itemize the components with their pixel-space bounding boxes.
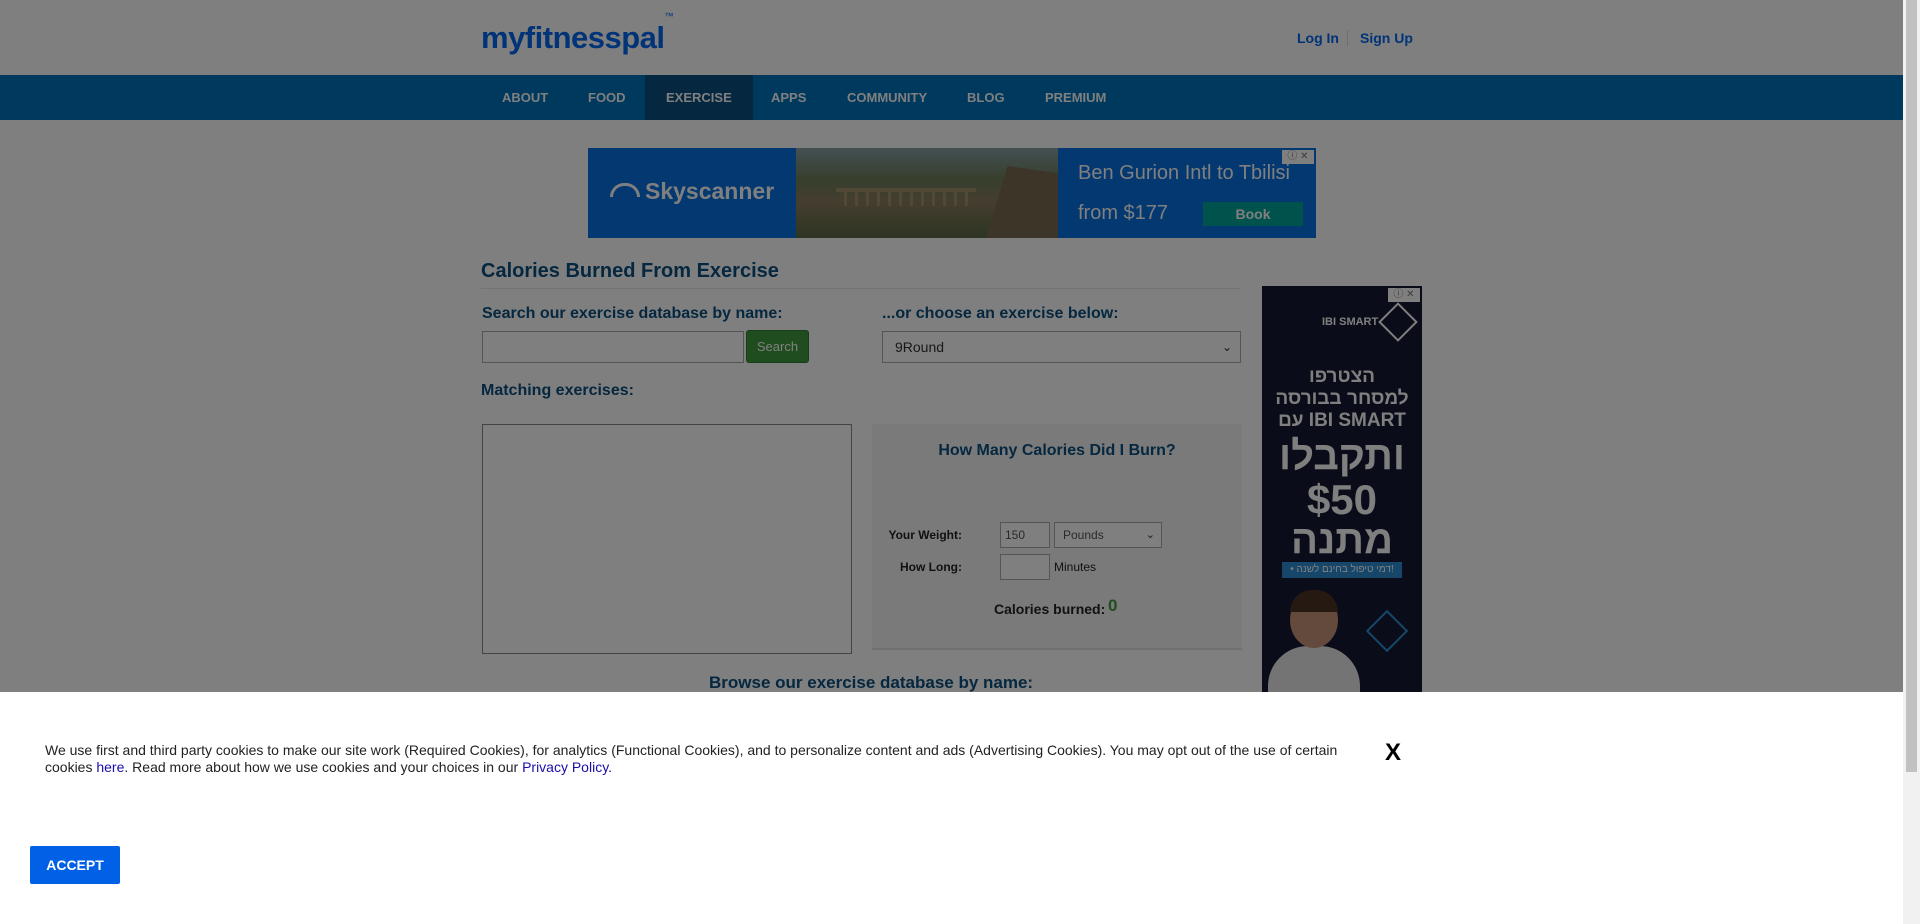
exercise-select-value: 9Round [895, 339, 945, 355]
exercise-select[interactable]: 9Round ⌄ [882, 331, 1241, 363]
browse-heading: Browse our exercise database by name: [709, 673, 1034, 692]
accept-cookies-button[interactable]: ACCEPT [30, 846, 120, 884]
search-button[interactable]: Search [746, 330, 809, 363]
sun-icon [610, 183, 640, 197]
nav-item-about[interactable]: ABOUT [481, 75, 569, 120]
nav-item-apps[interactable]: APPS [750, 75, 827, 120]
diamond-icon [1365, 609, 1409, 653]
ad-banner-side[interactable]: ⓘ ✕ IBI SMART הצטרפו למסחר בבורסה עם IBI… [1262, 286, 1422, 696]
cookie-here-link[interactable]: here [96, 759, 124, 775]
privacy-policy-link[interactable]: Privacy Policy. [522, 759, 612, 775]
nav-item-community[interactable]: COMMUNITY [826, 75, 948, 120]
choose-label: ...or choose an exercise below: [882, 305, 1119, 322]
calories-burned-value: 0 [1108, 596, 1118, 615]
diamond-icon [1378, 302, 1419, 342]
ad-photo [796, 148, 1058, 238]
ad-person-image [1268, 586, 1360, 696]
main-nav: ABOUT FOOD EXERCISE APPS COMMUNITY BLOG … [0, 75, 1903, 120]
duration-unit: Minutes [1054, 560, 1097, 574]
exercise-search-input[interactable] [482, 331, 744, 363]
ad-side-line5: $50 [1306, 476, 1378, 523]
page-title: Calories Burned From Exercise [481, 260, 779, 282]
cookie-close-button[interactable]: X [1385, 739, 1401, 767]
calculator-title: How Many Calories Did I Burn? [938, 442, 1176, 459]
matching-exercises-list[interactable] [482, 424, 852, 654]
ad-side-line6: מתנה [1290, 518, 1394, 562]
title-divider [481, 288, 1241, 289]
tower-shape [986, 166, 1058, 238]
ad-book-button[interactable]: Book [1203, 202, 1303, 226]
ad-banner-top[interactable]: Skyscanner Ben Gurion Intl to Tbilisi fr… [588, 148, 1316, 238]
bridge-shape [836, 188, 976, 206]
ad-side-line4: ותקבלו [1279, 434, 1405, 478]
duration-input[interactable] [1000, 554, 1050, 580]
site-logo[interactable]: myfitnesspal™ [481, 11, 673, 56]
nav-item-blog[interactable]: BLOG [946, 75, 1026, 120]
weight-unit-select[interactable]: Pounds ⌄ [1054, 522, 1162, 548]
ad-side-tag: • דמי טיפול בחינם לשנה! [1282, 562, 1402, 578]
calories-burned-label: Calories burned: [994, 601, 1106, 617]
ad-close-icon[interactable]: ⓘ ✕ [1388, 288, 1420, 302]
search-label: Search our exercise database by name: [482, 305, 783, 322]
ad-price: from $177 [1078, 202, 1169, 224]
nav-item-premium[interactable]: PREMIUM [1024, 75, 1127, 120]
signup-link[interactable]: Sign Up [1360, 30, 1413, 46]
login-link[interactable]: Log In [1297, 30, 1339, 46]
cookie-text: We use first and third party cookies to … [45, 742, 1338, 775]
ad-side-line1: הצטרפו [1309, 366, 1375, 387]
nav-item-food[interactable]: FOOD [567, 75, 647, 120]
chevron-down-icon: ⌄ [1221, 340, 1232, 354]
weight-unit-value: Pounds [1063, 528, 1104, 542]
ad-side-line3: עם IBI SMART [1278, 410, 1406, 431]
cookie-banner: We use first and third party cookies to … [0, 692, 1903, 924]
skyscanner-logo: Skyscanner [610, 178, 774, 205]
site-header: myfitnesspal™ Log In Sign Up [0, 0, 1903, 75]
ibi-logo: IBI SMART [1322, 302, 1419, 342]
ad-close-icon[interactable]: ⓘ ✕ [1282, 150, 1314, 164]
ad-headline: Ben Gurion Intl to Tbilisi [1078, 162, 1290, 184]
matching-label: Matching exercises: [481, 382, 634, 399]
ad-side-line2: למסחר בבורסה [1275, 388, 1409, 409]
nav-item-exercise[interactable]: EXERCISE [645, 75, 753, 120]
scrollbar-thumb[interactable] [1906, 0, 1917, 772]
weight-label: Your Weight: [888, 528, 962, 542]
weight-input[interactable]: 150 [1000, 522, 1050, 548]
chevron-down-icon: ⌄ [1145, 529, 1155, 541]
auth-divider [1347, 30, 1348, 46]
duration-label: How Long: [900, 560, 962, 574]
